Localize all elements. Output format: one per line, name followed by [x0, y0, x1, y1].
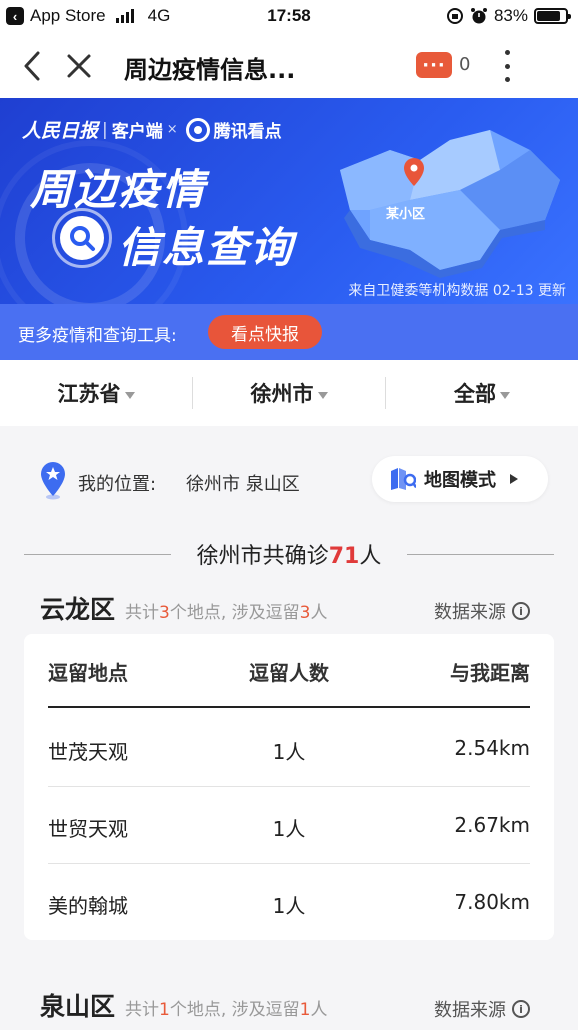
battery-percent: 83% — [493, 6, 528, 25]
my-location-value: 徐州市 泉山区 — [186, 474, 300, 495]
chevron-down-icon — [500, 391, 510, 399]
district-stats: 共计1个地点, 涉及逗留1人 — [125, 1000, 328, 1020]
tools-row: 更多疫情和查询工具: 看点快报 — [0, 304, 578, 360]
row-count: 1人 — [272, 740, 306, 764]
confirmed-count: 71 — [328, 544, 360, 569]
search-icon — [52, 208, 112, 268]
data-source-link[interactable]: 数据来源 i — [434, 996, 530, 1022]
hero-banner: 人民日报 | 客户端 × 腾讯看点 周边疫情 信息查询 某小区 来自卫健委等机构… — [0, 98, 578, 304]
district-name: 云龙区 — [40, 595, 116, 624]
column-header-place: 逗留地点 — [48, 661, 128, 685]
table-row[interactable]: 美的翰城 1人 7.80km — [48, 864, 530, 941]
map-mode-button[interactable]: 地图模式 — [372, 456, 548, 502]
table-row[interactable]: 世茂天观 1人 2.54km — [48, 710, 530, 787]
people-daily-logo: 人民日报 — [22, 120, 99, 142]
page-title: 周边疫情信息... — [124, 56, 296, 84]
summary-suffix: 人 — [359, 544, 382, 569]
district-stats: 共计3个地点, 涉及逗留3人 — [125, 603, 328, 623]
row-count: 1人 — [272, 817, 306, 841]
kandian-express-button[interactable]: 看点快报 — [208, 315, 322, 349]
map-mode-label: 地图模式 — [424, 470, 496, 491]
map-pin-label: 某小区 — [386, 207, 426, 222]
tools-label: 更多疫情和查询工具: — [18, 326, 177, 346]
summary-prefix: 徐州市共确诊 — [196, 544, 329, 569]
more-menu-icon[interactable] — [498, 50, 516, 82]
row-distance: 7.80km — [454, 890, 530, 914]
map-illustration — [340, 130, 560, 278]
chevron-down-icon — [124, 391, 135, 399]
district-name: 泉山区 — [40, 992, 116, 1021]
status-bar: ‹ App Store 4G 17:58 83% — [0, 0, 578, 34]
battery-fill — [537, 11, 561, 21]
district-header: 云龙区 共计3个地点, 涉及逗留3人 — [40, 590, 327, 626]
data-source-note: 来自卫健委等机构数据 02-13 更新 — [348, 283, 566, 299]
exposure-table: 逗留地点 逗留人数 与我距离 世茂天观 1人 2.54km 世贸天观 1人 2.… — [24, 634, 554, 940]
tencent-eye-icon — [185, 117, 210, 142]
city-select[interactable]: 徐州市 — [193, 378, 385, 408]
comment-icon[interactable]: ··· — [416, 52, 452, 78]
row-place: 世茂天观 — [48, 740, 128, 764]
data-source-link[interactable]: 数据来源 i — [434, 598, 530, 624]
province-select[interactable]: 江苏省 — [0, 378, 192, 408]
table-header: 逗留地点 逗留人数 与我距离 — [48, 634, 530, 708]
alarm-icon — [470, 8, 487, 24]
chevron-down-icon — [317, 391, 328, 399]
district-header: 泉山区 共计1个地点, 涉及逗留1人 — [40, 987, 327, 1023]
region-filter-bar: 江苏省 徐州市 全部 — [0, 360, 578, 426]
row-place: 世贸天观 — [48, 817, 128, 841]
column-header-count: 逗留人数 — [249, 661, 329, 685]
table-row[interactable]: 世贸天观 1人 2.67km — [48, 787, 530, 864]
play-arrow-icon — [510, 474, 518, 484]
location-pin-icon — [41, 462, 65, 500]
back-arrow-icon[interactable] — [18, 48, 48, 84]
row-count: 1人 — [272, 894, 306, 918]
close-icon[interactable] — [64, 48, 94, 84]
district-select[interactable]: 全部 — [386, 378, 578, 408]
column-header-distance: 与我距离 — [450, 661, 530, 685]
brand-client: 客户端 — [111, 122, 163, 142]
battery-icon — [534, 8, 571, 24]
info-icon: i — [512, 1000, 530, 1018]
brand-tencent: 腾讯看点 — [213, 122, 282, 142]
row-place: 美的翰城 — [48, 894, 128, 918]
row-distance: 2.67km — [454, 813, 530, 837]
my-location-label: 我的位置: — [78, 474, 157, 495]
map-icon — [391, 468, 416, 490]
banner-title-line1: 周边疫情 — [30, 165, 207, 214]
comment-count: 0 — [459, 54, 471, 75]
nav-bar: 周边疫情信息... ··· 0 — [0, 34, 578, 98]
row-distance: 2.54km — [454, 736, 530, 760]
confirmed-summary: 徐州市共确诊71人 — [24, 536, 554, 572]
orientation-lock-icon — [446, 8, 463, 24]
brand-x: × — [166, 122, 178, 137]
info-icon: i — [512, 602, 530, 620]
banner-title-line2: 信息查询 — [118, 223, 295, 272]
brand-row: 人民日报 | 客户端 × 腾讯看点 — [22, 116, 282, 143]
